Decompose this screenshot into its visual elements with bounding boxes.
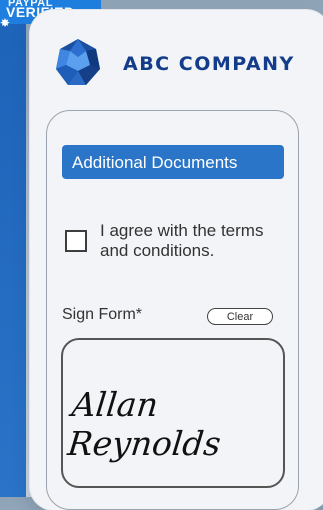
additional-documents-button[interactable]: Additional Documents: [62, 145, 284, 179]
terms-checkbox[interactable]: [65, 230, 87, 252]
company-logo-icon: [56, 39, 100, 85]
star-burst-icon: ✸: [0, 16, 11, 30]
clear-signature-button[interactable]: Clear: [207, 308, 273, 325]
company-name: ABC COMPANY: [123, 53, 295, 75]
sign-form-label: Sign Form*: [62, 306, 143, 323]
terms-label: I agree with the terms and conditions.: [100, 221, 264, 260]
signature-text: Allan Reynolds: [65, 385, 223, 463]
side-banner: [0, 0, 26, 497]
